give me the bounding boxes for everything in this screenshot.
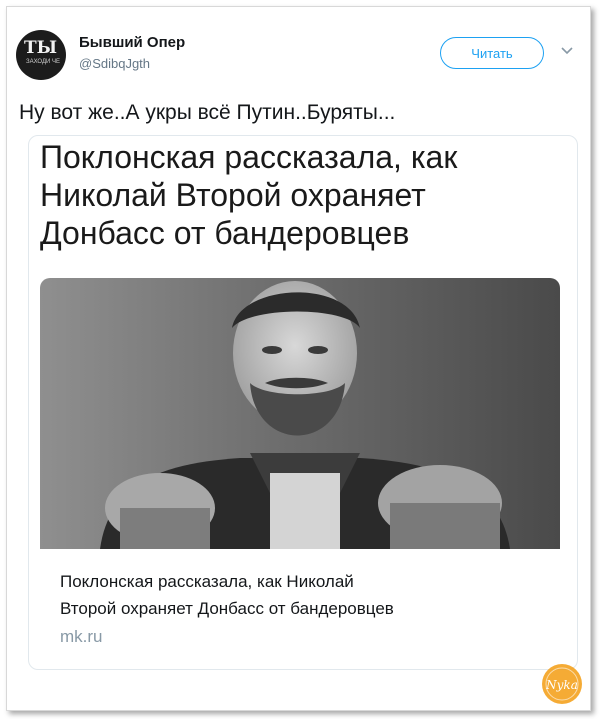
card-domain: mk.ru [60,627,103,646]
card-body[interactable]: Поклонская рассказала, как Николай Второ… [60,568,560,648]
article-headline: Поклонская рассказала, как Николай Второ… [40,138,560,252]
headline-line: Николай Второй охраняет [40,177,426,213]
card-title-line: Второй охраняет Донбасс от бандеровцев [60,599,394,618]
avatar[interactable]: ТЫ ЗАХОДИ ЧЕ [16,30,66,80]
user-handle[interactable]: @SdibqJgth [79,56,150,71]
card-photo[interactable] [40,278,560,549]
watermark-logo: Nyka [542,664,582,704]
portrait-image [40,278,560,549]
avatar-text: ТЫ [24,38,58,58]
card-title-line: Поклонская рассказала, как Николай [60,572,354,591]
tweet-text: Ну вот же..А укры всё Путин..Буряты... [19,101,396,124]
headline-line: Поклонская рассказала, как [40,139,458,175]
headline-line: Донбасс от бандеровцев [40,215,410,251]
follow-button[interactable]: Читать [440,37,544,69]
watermark-text: Nyka [545,678,578,692]
avatar-small-text: ЗАХОДИ ЧЕ [26,59,61,65]
user-name[interactable]: Бывший Опер [79,34,185,51]
chevron-down-icon[interactable] [560,43,574,57]
card-title: Поклонская рассказала, как Николай Второ… [60,568,560,622]
